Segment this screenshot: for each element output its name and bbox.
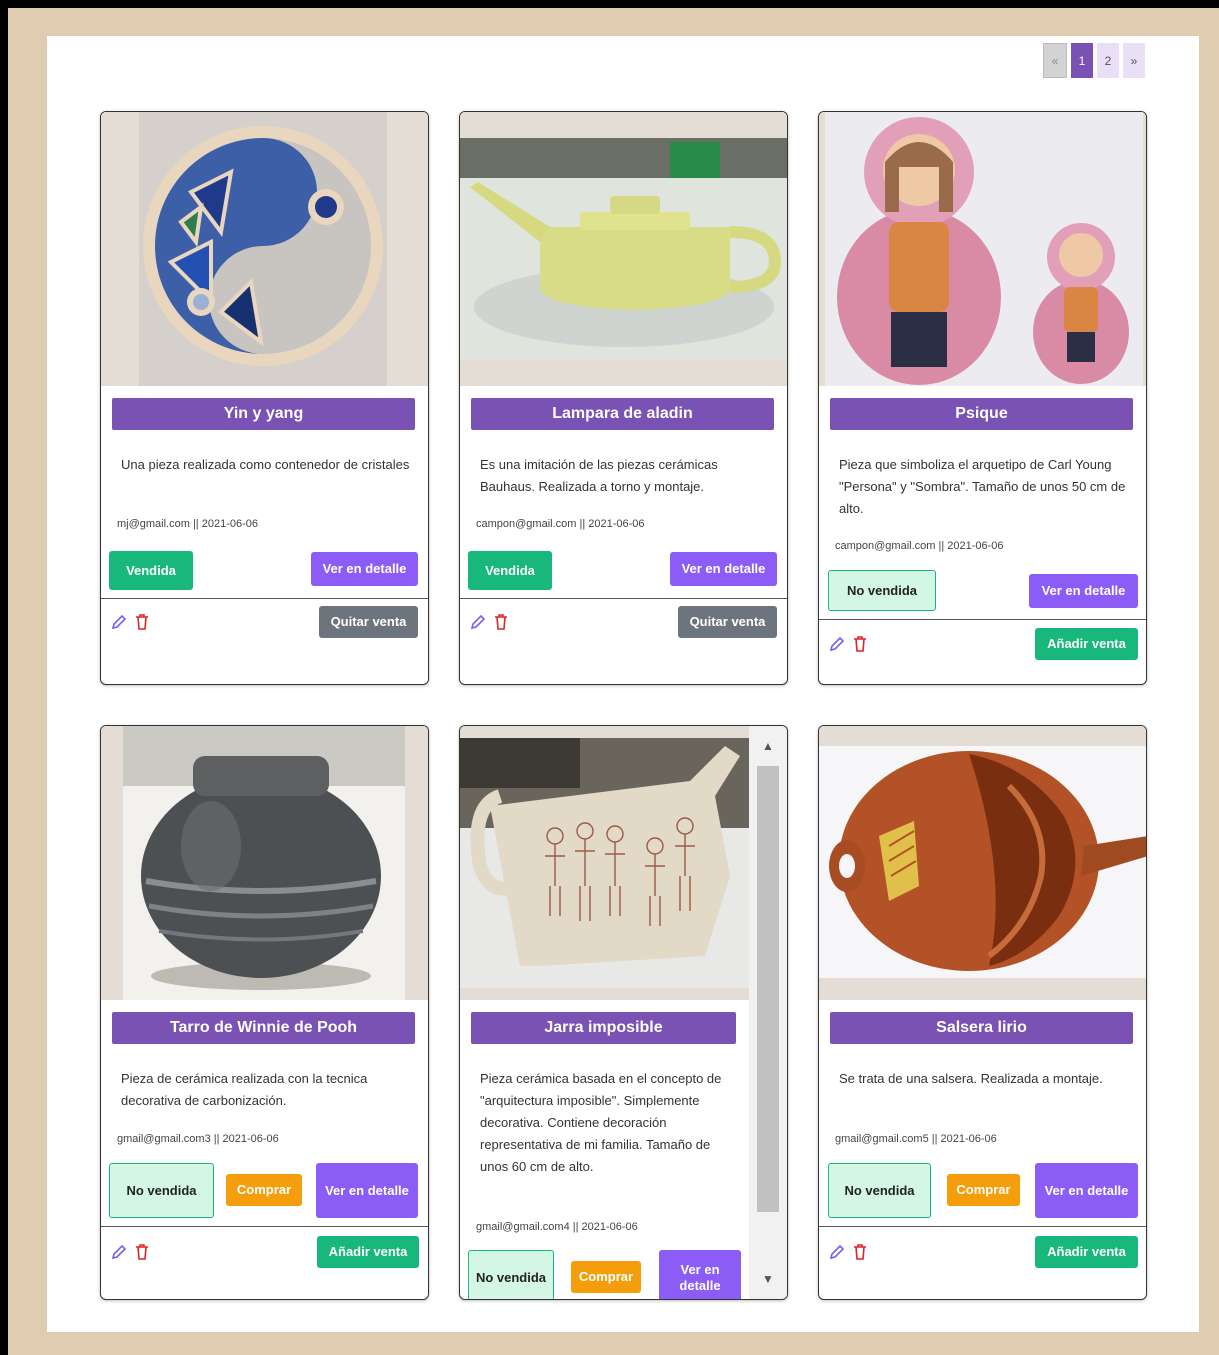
- product-meta: gmail@gmail.com3 || 2021-06-06: [117, 1133, 279, 1145]
- product-card: Tarro de Winnie de Pooh Pieza de cerámic…: [100, 725, 429, 1300]
- product-card: Lampara de aladin Es una imitación de la…: [459, 111, 788, 685]
- view-detail-button[interactable]: Ver en detalle: [1029, 574, 1138, 608]
- pencil-icon[interactable]: [110, 1243, 128, 1261]
- product-meta: campon@gmail.com || 2021-06-06: [835, 540, 1004, 552]
- add-sale-button[interactable]: Añadir venta: [317, 1236, 419, 1268]
- view-detail-button[interactable]: Ver en detalle: [659, 1250, 741, 1299]
- card-actions-icons: [828, 635, 868, 653]
- sold-status-button[interactable]: Vendida: [109, 551, 193, 590]
- card-divider: [819, 1226, 1146, 1227]
- product-description: Una pieza realizada como contenedor de c…: [121, 457, 410, 472]
- view-detail-button[interactable]: Ver en detalle: [311, 552, 418, 586]
- remove-sale-button[interactable]: Quitar venta: [678, 606, 777, 638]
- add-sale-button[interactable]: Añadir venta: [1035, 628, 1138, 660]
- product-description: Pieza que simboliza el arquetipo de Carl…: [839, 457, 1126, 516]
- product-title: Jarra imposible: [471, 1012, 736, 1044]
- card-divider: [101, 598, 428, 599]
- pencil-icon[interactable]: [110, 613, 128, 631]
- trash-icon[interactable]: [134, 1243, 150, 1261]
- sold-status-button[interactable]: Vendida: [468, 551, 552, 590]
- card-actions-icons: [828, 1243, 868, 1261]
- trash-icon[interactable]: [493, 613, 509, 631]
- product-card: Salsera lirio Se trata de una salsera. R…: [818, 725, 1147, 1300]
- product-meta: campon@gmail.com || 2021-06-06: [476, 518, 645, 530]
- trash-icon[interactable]: [852, 1243, 868, 1261]
- product-card: Jarra imposible Pieza cerámica basada en…: [459, 725, 788, 1300]
- product-title: Salsera lirio: [830, 1012, 1133, 1044]
- not-sold-status-button[interactable]: No vendida: [109, 1163, 214, 1218]
- product-image: [819, 726, 1146, 1000]
- product-title: Tarro de Winnie de Pooh: [112, 1012, 415, 1044]
- card-divider: [460, 598, 787, 599]
- scroll-down-icon[interactable]: ▼: [749, 1267, 787, 1291]
- card-actions-icons: [469, 613, 509, 631]
- product-title: Yin y yang: [112, 398, 415, 430]
- scrollbar-thumb[interactable]: [757, 766, 779, 1212]
- view-detail-button[interactable]: Ver en detalle: [670, 552, 777, 586]
- card-actions-icons: [110, 1243, 150, 1261]
- pagination: « 1 2 »: [1043, 43, 1149, 78]
- pencil-icon[interactable]: [828, 635, 846, 653]
- product-meta: gmail@gmail.com4 || 2021-06-06: [476, 1221, 638, 1233]
- product-image: [101, 726, 428, 1000]
- scroll-up-icon[interactable]: ▲: [749, 734, 787, 758]
- pencil-icon[interactable]: [828, 1243, 846, 1261]
- card-divider: [101, 1226, 428, 1227]
- pencil-icon[interactable]: [469, 613, 487, 631]
- card-scrollbar[interactable]: ▲ ▼: [749, 726, 787, 1299]
- pagination-next[interactable]: »: [1123, 43, 1145, 78]
- product-image: [460, 726, 751, 1000]
- pagination-prev[interactable]: «: [1043, 43, 1067, 78]
- product-title: Psique: [830, 398, 1133, 430]
- product-card: Yin y yang Una pieza realizada como cont…: [100, 111, 429, 685]
- not-sold-status-button[interactable]: No vendida: [468, 1250, 554, 1299]
- product-title: Lampara de aladin: [471, 398, 774, 430]
- buy-button[interactable]: Comprar: [226, 1174, 302, 1206]
- trash-icon[interactable]: [852, 635, 868, 653]
- card-divider: [819, 619, 1146, 620]
- product-description: Es una imitación de las piezas cerámicas…: [480, 457, 718, 494]
- product-card: Psique Pieza que simboliza el arquetipo …: [818, 111, 1147, 685]
- remove-sale-button[interactable]: Quitar venta: [319, 606, 418, 638]
- pagination-page-2[interactable]: 2: [1097, 43, 1119, 78]
- product-image: [101, 112, 428, 386]
- buy-button[interactable]: Comprar: [947, 1174, 1020, 1206]
- trash-icon[interactable]: [134, 613, 150, 631]
- product-description: Pieza de cerámica realizada con la tecni…: [121, 1071, 368, 1108]
- add-sale-button[interactable]: Añadir venta: [1035, 1236, 1138, 1268]
- product-description: Pieza cerámica basada en el concepto de …: [480, 1071, 722, 1174]
- product-meta: gmail@gmail.com5 || 2021-06-06: [835, 1133, 997, 1145]
- product-image: [819, 112, 1146, 386]
- buy-button[interactable]: Comprar: [571, 1261, 641, 1293]
- pagination-page-1[interactable]: 1: [1071, 43, 1093, 78]
- product-description: Se trata de una salsera. Realizada a mon…: [839, 1071, 1103, 1086]
- product-image: [460, 112, 787, 386]
- view-detail-button[interactable]: Ver en detalle: [1035, 1163, 1138, 1218]
- card-actions-icons: [110, 613, 150, 631]
- view-detail-button[interactable]: Ver en detalle: [316, 1163, 418, 1218]
- not-sold-status-button[interactable]: No vendida: [828, 570, 936, 611]
- not-sold-status-button[interactable]: No vendida: [828, 1163, 931, 1218]
- product-meta: mj@gmail.com || 2021-06-06: [117, 518, 258, 530]
